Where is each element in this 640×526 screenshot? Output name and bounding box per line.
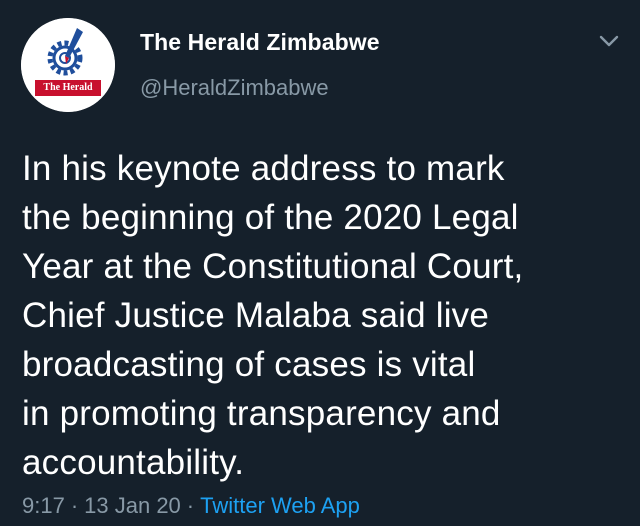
tweet-date[interactable]: 13 Jan 20 — [84, 493, 181, 518]
tweet-text-line: in promoting transparency and — [22, 394, 501, 433]
tweet-time[interactable]: 9:17 — [22, 493, 65, 518]
tweet-text-line: Chief Justice Malaba said live — [22, 296, 490, 335]
tweet-card: The Herald The Herald Zimbabwe @HeraldZi… — [0, 0, 640, 526]
tweet-text-line: accountability. — [22, 443, 245, 482]
tweet-metadata: 9:17 · 13 Jan 20 · Twitter Web App — [22, 493, 360, 519]
tweet-text-line: In his keynote address to mark — [22, 149, 505, 188]
display-name[interactable]: The Herald Zimbabwe — [140, 29, 380, 56]
meta-separator: · — [70, 493, 79, 518]
avatar-logo-text: The Herald — [43, 82, 93, 93]
herald-logo-icon — [21, 18, 115, 112]
avatar[interactable]: The Herald — [21, 18, 115, 112]
source-app-link[interactable]: Twitter Web App — [200, 493, 360, 518]
chevron-down-icon[interactable] — [594, 30, 624, 52]
user-handle[interactable]: @HeraldZimbabwe — [140, 75, 329, 101]
meta-separator: · — [186, 493, 195, 518]
tweet-text: In his keynote address to mark the begin… — [22, 144, 622, 487]
tweet-text-line: broadcasting of cases is vital — [22, 345, 476, 384]
tweet-text-line: Year at the Constitutional Court, — [22, 247, 524, 286]
tweet-text-line: the beginning of the 2020 Legal — [22, 198, 519, 237]
